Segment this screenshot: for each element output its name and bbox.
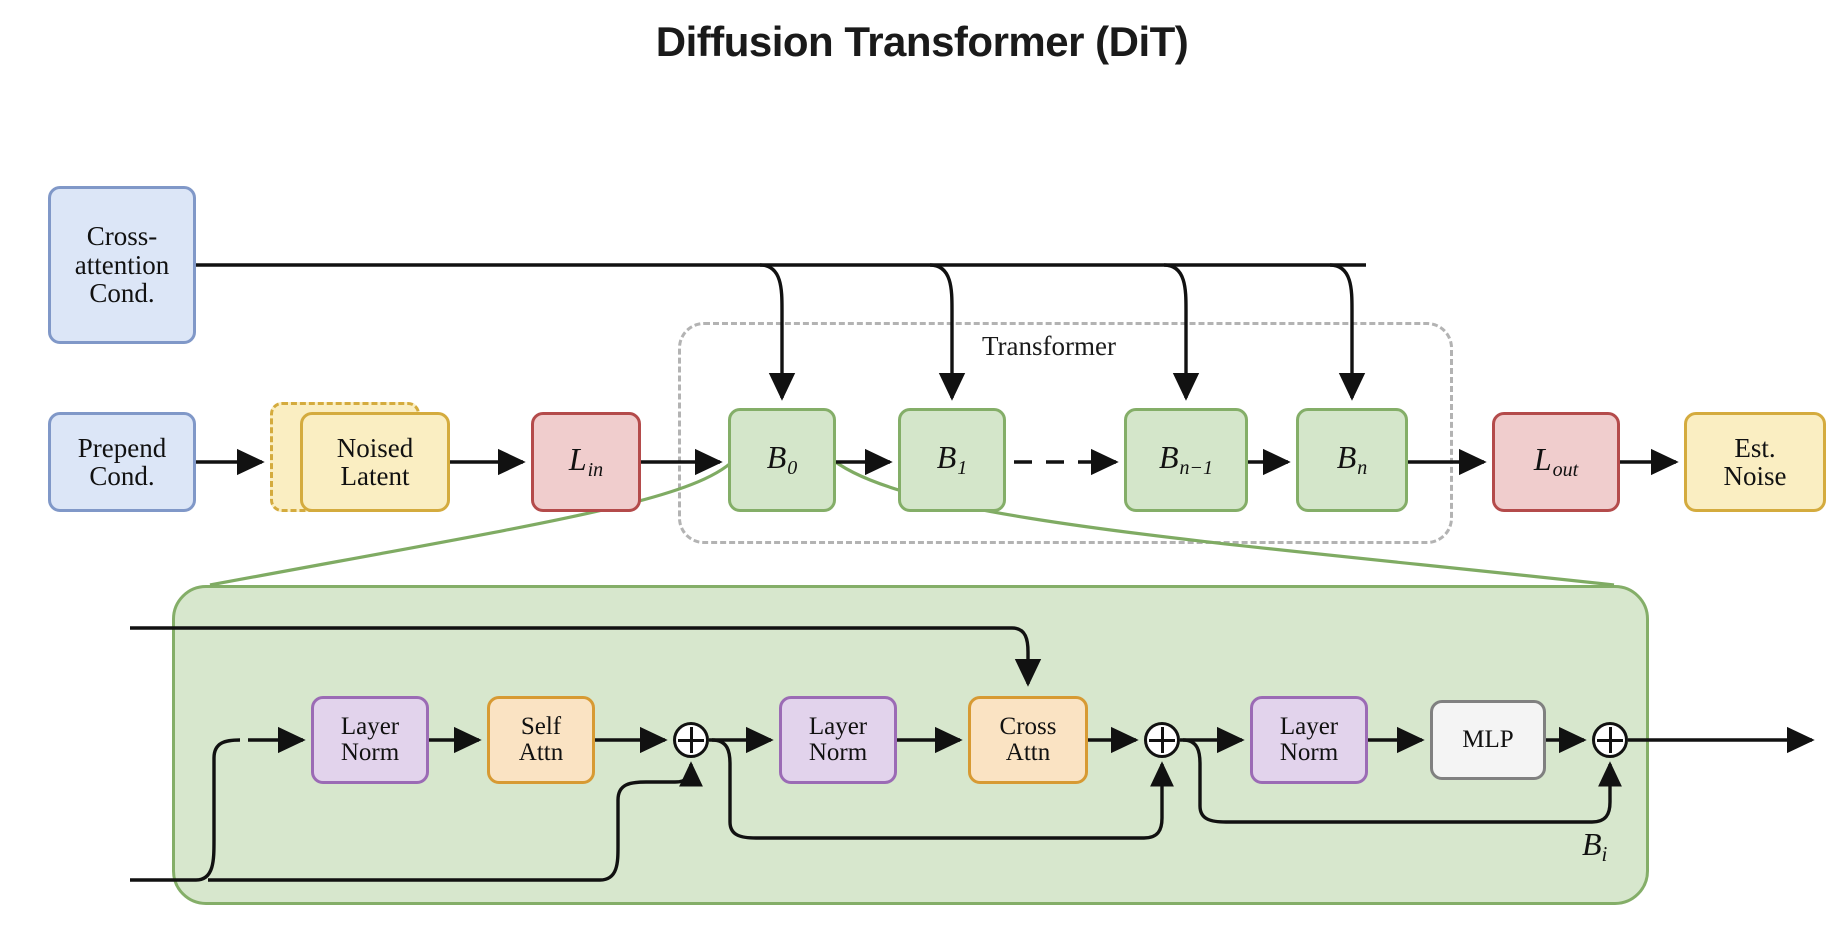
node-layer-norm-3[interactable]: Layer Norm [1250, 696, 1368, 784]
adder-3 [1592, 722, 1628, 758]
cross-attn-line2: Attn [1005, 739, 1051, 766]
node-block-bn[interactable]: Bn [1296, 408, 1408, 512]
figure-canvas: Diffusion Transformer (DiT) Transformer … [0, 0, 1844, 940]
layer-norm-3-line2: Norm [1279, 739, 1339, 766]
self-attn-line1: Self [520, 712, 562, 740]
node-layer-norm-2[interactable]: Layer Norm [779, 696, 897, 784]
noised-latent-line1: Noised [336, 432, 414, 463]
layer-norm-1-line2: Norm [340, 739, 400, 766]
adder-2 [1144, 722, 1180, 758]
prepend-cond-line2: Cond. [89, 461, 155, 491]
mlp-label: MLP [1462, 725, 1514, 753]
node-layer-norm-1[interactable]: Layer Norm [311, 696, 429, 784]
l-out-label: Lout [1533, 441, 1579, 481]
block-bn-1-label: Bn−1 [1158, 439, 1214, 479]
layer-norm-2-line2: Norm [808, 739, 868, 766]
node-l-in[interactable]: Lin [531, 412, 641, 512]
cross-attention-cond-line3: Cond. [89, 278, 155, 309]
block-bn-label: Bn [1336, 439, 1368, 479]
cross-attn-line1: Cross [999, 712, 1057, 740]
node-block-b0[interactable]: B0 [728, 408, 836, 512]
node-est-noise[interactable]: Est. Noise [1684, 412, 1826, 512]
node-self-attn[interactable]: Self Attn [487, 696, 595, 784]
cross-attention-cond-line1: Cross- [86, 221, 158, 252]
block-b0-label: B0 [766, 439, 798, 479]
node-cross-attention-cond[interactable]: Cross- attention Cond. [48, 186, 196, 344]
block-detail-label: Bi [1582, 826, 1608, 866]
node-cross-attn[interactable]: Cross Attn [968, 696, 1088, 784]
transformer-group-label: Transformer [982, 331, 1116, 361]
node-prepend-cond[interactable]: Prepend Cond. [48, 412, 196, 512]
layer-norm-3-line1: Layer [1279, 712, 1339, 740]
adder-1 [673, 722, 709, 758]
layer-norm-1-line1: Layer [340, 712, 400, 740]
node-mlp[interactable]: MLP [1430, 700, 1546, 780]
noised-latent-line2: Latent [340, 461, 410, 491]
prepend-cond-line1: Prepend [77, 432, 167, 463]
layer-norm-2-line1: Layer [808, 712, 868, 740]
node-block-bn-1[interactable]: Bn−1 [1124, 408, 1248, 512]
cross-attention-cond-line2: attention [74, 249, 170, 280]
est-noise-line2: Noise [1723, 461, 1787, 491]
node-noised-latent[interactable]: Noised Latent [300, 412, 450, 512]
node-l-out[interactable]: Lout [1492, 412, 1620, 512]
l-in-label: Lin [568, 441, 604, 481]
block-b1-label: B1 [936, 439, 968, 479]
self-attn-line2: Attn [518, 739, 564, 766]
node-block-b1[interactable]: B1 [898, 408, 1006, 512]
est-noise-line1: Est. [1734, 432, 1776, 463]
